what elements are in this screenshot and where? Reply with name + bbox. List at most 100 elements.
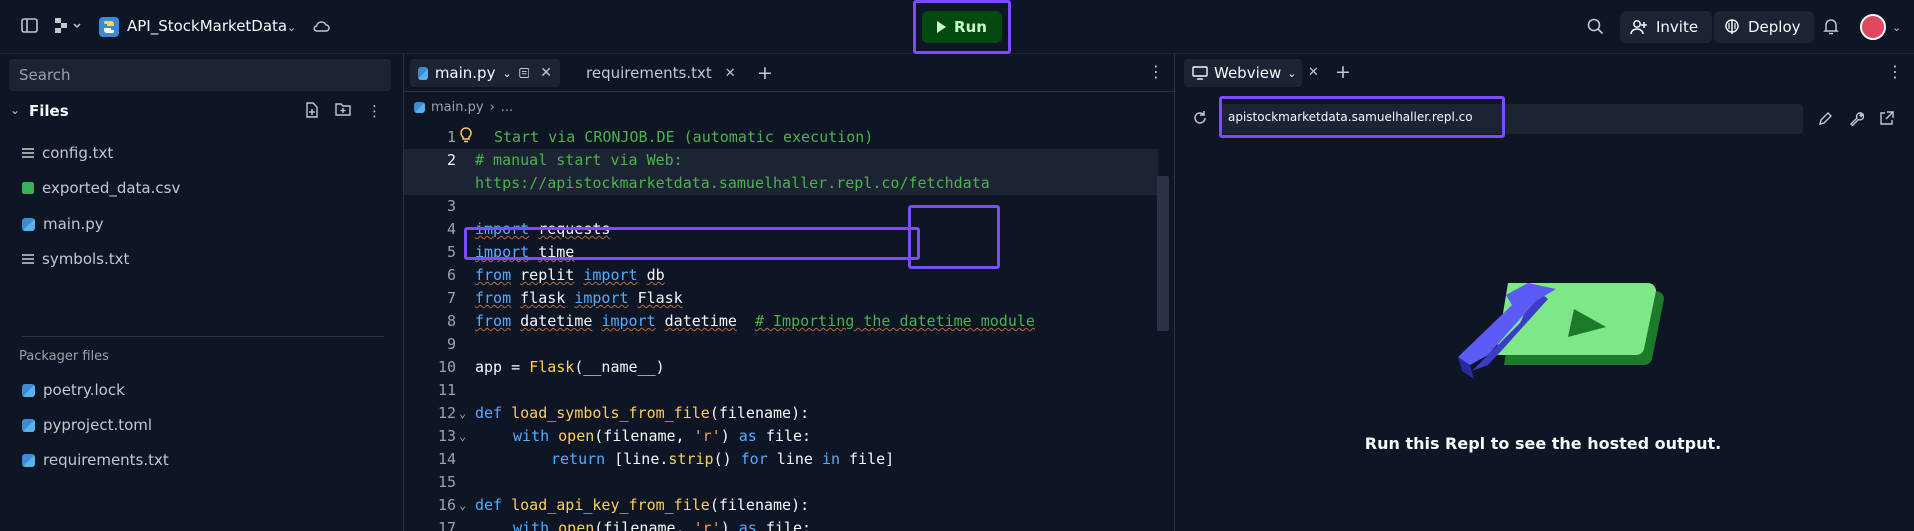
chevron-down-icon[interactable]: ⌄	[1287, 67, 1296, 80]
code-line: 16 ⌄ def load_api_key_from_file(filename…	[404, 494, 1158, 517]
fold-chevron-icon[interactable]: ⌄	[459, 402, 466, 425]
code-editor-pane: main.py ⌄ ✕ requirements.txt ✕ + ⋮ main.…	[403, 54, 1176, 531]
code-text: return [line.strip() for line in file]	[551, 450, 895, 468]
file-name: pyproject.toml	[43, 416, 153, 434]
sidebar-toggle-icon[interactable]	[21, 18, 38, 36]
deploy-button[interactable]: Deploy	[1714, 11, 1814, 43]
line-number: 14	[437, 450, 456, 468]
file-item-symbols[interactable]: symbols.txt	[22, 245, 129, 273]
breadcrumb-more[interactable]: ...	[501, 100, 513, 115]
file-item-requirements[interactable]: requirements.txt	[22, 446, 169, 474]
code-line: 13 ⌄ with open(filename, 'r') as file:	[404, 425, 1158, 448]
line-number: 11	[437, 381, 456, 399]
open-external-icon[interactable]	[1879, 111, 1894, 129]
file-item-main-py[interactable]: main.py	[22, 210, 104, 238]
more-options-icon[interactable]: ⋮	[367, 102, 382, 120]
webview-message: Run this Repl to see the hosted output.	[1364, 434, 1722, 453]
line-number: 9	[446, 335, 456, 353]
code-text: from replit import db	[475, 266, 665, 284]
code-text: app = Flask(__name__)	[475, 358, 665, 376]
user-avatar[interactable]	[1860, 14, 1886, 40]
cloud-sync-icon[interactable]	[313, 19, 330, 36]
more-options-icon[interactable]: ⋮	[1887, 64, 1903, 80]
more-options-icon[interactable]: ⋮	[1148, 64, 1164, 80]
code-line: 11	[404, 379, 1158, 402]
code-text: https://apistockmarketdata.samuelhaller.…	[475, 174, 990, 192]
monitor-icon	[1192, 66, 1208, 80]
replit-logo-icon[interactable]	[55, 18, 83, 37]
new-file-icon[interactable]	[305, 102, 319, 118]
code-line: 8 from datetime import datetime # Import…	[404, 310, 1158, 333]
run-label: Run	[954, 18, 987, 36]
file-sidebar: Search ⌄ Files ⋮ config.txt exported_dat…	[0, 54, 400, 531]
code-line: 12 ⌄ def load_symbols_from_file(filename…	[404, 402, 1158, 425]
file-item-config[interactable]: config.txt	[22, 139, 113, 167]
tab-main-py[interactable]: main.py ⌄ ✕	[410, 59, 560, 87]
python-file-icon	[22, 217, 35, 231]
code-text: with open(filename, 'r') as file:	[513, 427, 812, 445]
chevron-down-icon[interactable]: ⌄	[1892, 22, 1901, 33]
line-number: 6	[446, 266, 456, 284]
python-file-icon	[22, 418, 35, 432]
tab-webview[interactable]: Webview ⌄	[1184, 59, 1302, 87]
code-area[interactable]: 1 Start via CRONJOB.DE (automatic execut…	[404, 126, 1176, 531]
file-item-pyproject[interactable]: pyproject.toml	[22, 411, 152, 439]
lightbulb-icon[interactable]	[460, 127, 472, 150]
bell-icon[interactable]	[1823, 18, 1839, 38]
python-file-icon	[22, 383, 35, 397]
python-file-icon	[22, 453, 35, 467]
close-icon[interactable]: ✕	[725, 66, 736, 81]
pencil-icon[interactable]	[1818, 111, 1833, 129]
run-button[interactable]: Run	[922, 11, 1002, 43]
file-item-exported-data[interactable]: exported_data.csv	[22, 174, 180, 202]
top-bar: API_StockMarketData ⌄ Run Invite Deploy …	[0, 0, 1914, 54]
chevron-down-icon[interactable]: ⌄	[10, 104, 20, 116]
code-text: def load_api_key_from_file(filename):	[475, 496, 810, 514]
code-line: 6 from replit import db	[404, 264, 1158, 287]
file-item-poetry-lock[interactable]: poetry.lock	[22, 376, 125, 404]
tab-label: Webview	[1214, 64, 1282, 82]
repl-name[interactable]: API_StockMarketData	[127, 17, 287, 35]
python-file-icon	[418, 66, 428, 80]
line-number: 12	[437, 404, 456, 422]
add-tab-icon[interactable]: +	[757, 64, 773, 83]
wrench-icon[interactable]	[1849, 111, 1865, 129]
line-number: 3	[446, 197, 456, 215]
code-line: 15	[404, 471, 1158, 494]
invite-button[interactable]: Invite	[1620, 11, 1712, 43]
add-user-icon	[1630, 20, 1647, 35]
chevron-down-icon[interactable]: ⌄	[287, 22, 296, 33]
fold-chevron-icon[interactable]: ⌄	[459, 494, 466, 517]
breadcrumb-file[interactable]: main.py	[431, 100, 484, 115]
new-folder-icon[interactable]	[335, 102, 351, 116]
csv-file-icon	[22, 182, 34, 194]
text-file-icon	[22, 148, 34, 158]
tab-requirements-txt[interactable]: requirements.txt ✕	[571, 59, 743, 87]
webview-url-highlight-box	[1219, 96, 1505, 138]
fold-chevron-icon[interactable]: ⌄	[459, 425, 466, 448]
search-input[interactable]: Search	[9, 59, 391, 91]
add-tab-icon[interactable]: +	[1335, 63, 1351, 82]
code-line: 9	[404, 333, 1158, 356]
url-highlight-box	[464, 227, 920, 260]
editor-scrollbar[interactable]	[1157, 176, 1169, 331]
refresh-icon[interactable]	[1192, 110, 1208, 129]
document-icon[interactable]	[518, 66, 530, 80]
close-icon[interactable]: ✕	[1308, 66, 1319, 79]
tab-label: requirements.txt	[586, 64, 712, 82]
file-name: requirements.txt	[43, 451, 169, 469]
files-actions: ⋮	[305, 102, 382, 120]
files-header: Files	[29, 102, 69, 120]
close-icon[interactable]: ✕	[540, 65, 552, 81]
chevron-down-icon[interactable]: ⌄	[502, 67, 511, 80]
code-line: 17 with open(filename, 'r') as file:	[404, 517, 1158, 531]
search-icon[interactable]	[1587, 18, 1604, 38]
repl-avatar-icon	[99, 17, 119, 37]
code-line: 14 return [line.strip() for line in file…	[404, 448, 1158, 471]
code-line: 7 from flask import Flask	[404, 287, 1158, 310]
breadcrumb: main.py › ...	[414, 100, 513, 115]
packager-files-header: Packager files	[19, 349, 109, 364]
invite-label: Invite	[1656, 18, 1699, 36]
fetchdata-highlight-box	[908, 205, 1000, 269]
run-repl-illustration	[1458, 283, 1664, 379]
